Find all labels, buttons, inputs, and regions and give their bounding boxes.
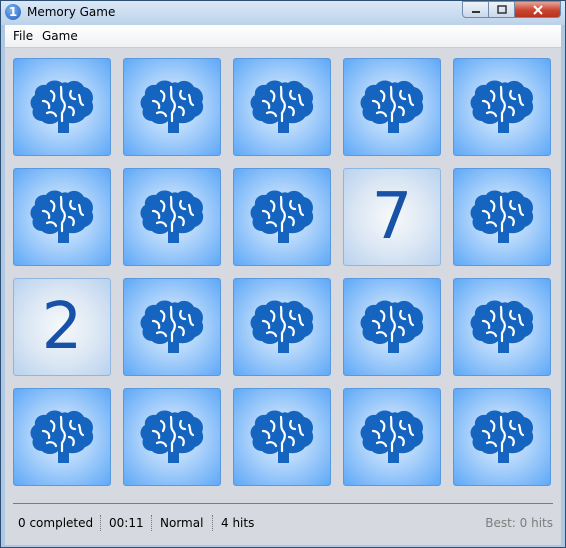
timer: 00:11: [109, 516, 144, 530]
card-revealed[interactable]: 2: [13, 278, 111, 376]
status-separator: [151, 515, 152, 531]
brain-icon: [250, 80, 314, 133]
brain-icon: [360, 300, 424, 353]
close-button[interactable]: [515, 1, 561, 18]
card-hidden[interactable]: [453, 58, 551, 156]
card-hidden[interactable]: [233, 58, 331, 156]
card-hidden[interactable]: [233, 278, 331, 376]
card-hidden[interactable]: [343, 58, 441, 156]
brain-icon: [140, 300, 204, 353]
card-hidden[interactable]: [453, 278, 551, 376]
menu-bar: File Game: [5, 25, 561, 48]
status-separator: [212, 515, 213, 531]
status-divider: [13, 503, 553, 504]
card-hidden[interactable]: [13, 168, 111, 266]
card-hidden[interactable]: [233, 168, 331, 266]
card-hidden[interactable]: [13, 388, 111, 486]
minimize-button[interactable]: [462, 1, 489, 18]
brain-icon: [250, 190, 314, 243]
maximize-button[interactable]: [489, 1, 515, 18]
menu-file[interactable]: File: [13, 29, 33, 43]
brain-icon: [360, 410, 424, 463]
maximize-icon: [496, 5, 507, 14]
card-hidden[interactable]: [123, 58, 221, 156]
brain-icon: [30, 190, 94, 243]
window-controls: [462, 1, 561, 19]
brain-icon: [470, 80, 534, 133]
hits-count: 4 hits: [221, 516, 255, 530]
brain-icon: [140, 410, 204, 463]
completed-count: 0 completed: [18, 516, 94, 530]
card-hidden[interactable]: [123, 168, 221, 266]
brain-icon: [30, 410, 94, 463]
brain-icon: [250, 410, 314, 463]
brain-icon: [470, 410, 534, 463]
title-bar[interactable]: 1 Memory Game: [1, 1, 565, 25]
app-window: 1 Memory Game File Game 7 2 0 completed 0…: [0, 0, 566, 548]
card-number: 2: [41, 290, 83, 364]
menu-game[interactable]: Game: [42, 29, 78, 43]
card-hidden[interactable]: [123, 278, 221, 376]
card-hidden[interactable]: [233, 388, 331, 486]
difficulty-label: Normal: [160, 516, 204, 530]
minimize-icon: [471, 10, 480, 13]
app-icon: 1: [5, 4, 21, 20]
card-revealed[interactable]: 7: [343, 168, 441, 266]
brain-icon: [360, 80, 424, 133]
best-score: Best: 0 hits: [485, 516, 553, 530]
card-hidden[interactable]: [453, 388, 551, 486]
brain-icon: [30, 80, 94, 133]
status-separator: [100, 515, 101, 531]
brain-icon: [470, 300, 534, 353]
card-hidden[interactable]: [13, 58, 111, 156]
card-hidden[interactable]: [343, 388, 441, 486]
card-hidden[interactable]: [453, 168, 551, 266]
brain-icon: [470, 190, 534, 243]
card-number: 7: [371, 180, 413, 254]
brain-icon: [140, 80, 204, 133]
client-area: File Game 7 2 0 completed 00:11 Normal 4 …: [5, 25, 561, 545]
brain-icon: [140, 190, 204, 243]
window-title: Memory Game: [27, 5, 116, 19]
close-icon: [532, 4, 543, 15]
brain-icon: [250, 300, 314, 353]
card-hidden[interactable]: [343, 278, 441, 376]
card-hidden[interactable]: [123, 388, 221, 486]
status-bar: 0 completed 00:11 Normal 4 hits Best: 0 …: [13, 515, 553, 533]
